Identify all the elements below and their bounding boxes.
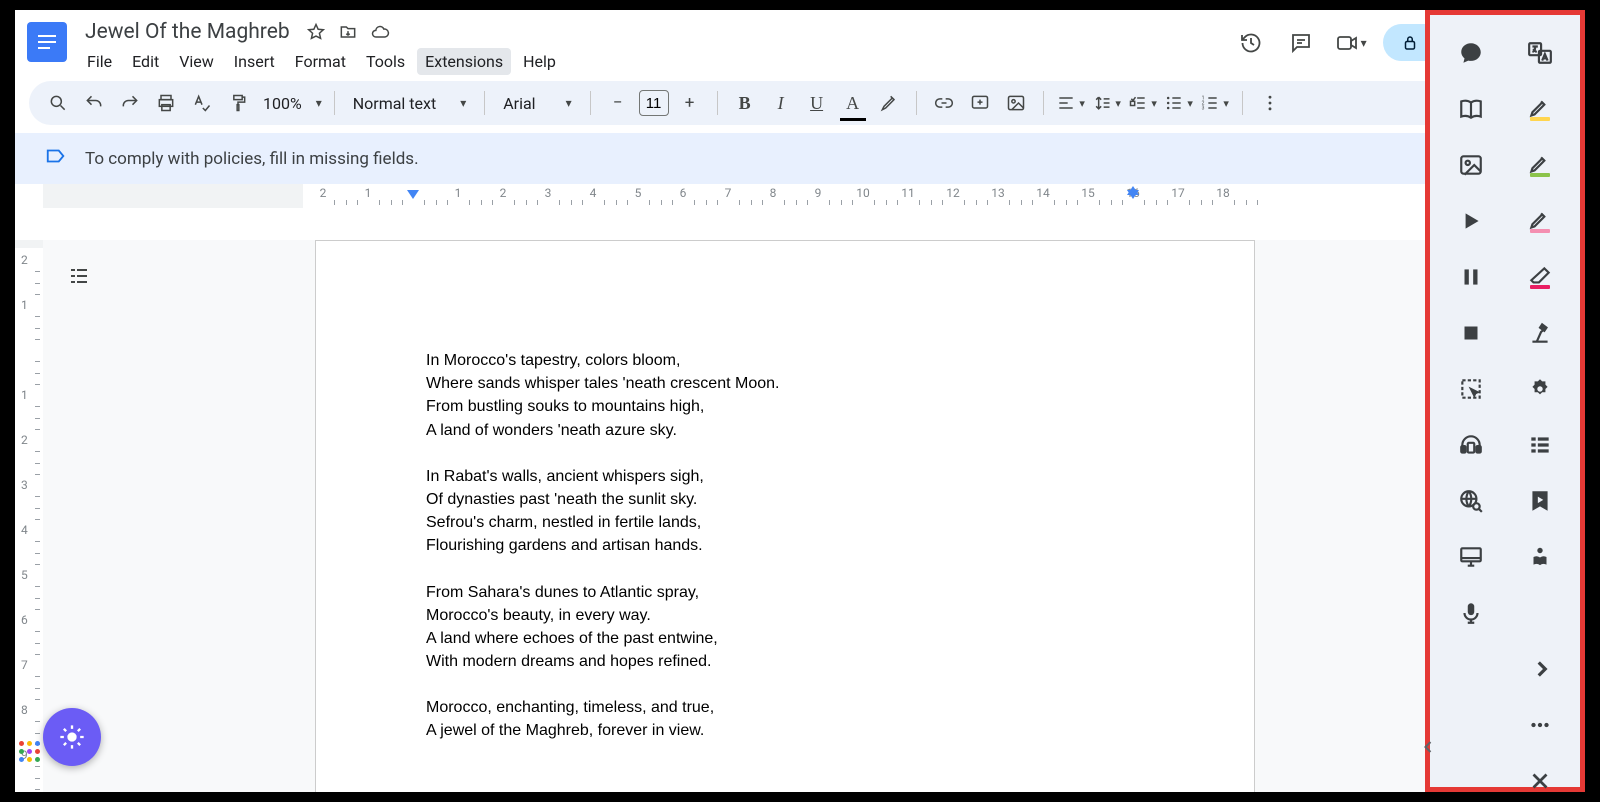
headset-doc-icon[interactable] [1451,425,1491,465]
search-menus-icon[interactable] [43,88,73,118]
ai-fab-button[interactable] [43,708,101,766]
svg-text:3: 3 [1202,106,1205,112]
label-icon [45,145,67,172]
paragraph-style-select[interactable]: Normal text▾ [347,94,472,113]
add-comment-icon[interactable] [965,88,995,118]
poem-stanza: Morocco, enchanting, timeless, and true,… [426,696,1254,742]
eraser-pink-icon[interactable] [1520,257,1560,297]
selection-icon[interactable] [1451,369,1491,409]
poem-stanza: In Rabat's walls, ancient whispers sigh,… [426,465,1254,558]
checklist-button[interactable] [1128,88,1158,118]
bulleted-list-button[interactable] [1164,88,1194,118]
redo-icon[interactable] [115,88,145,118]
reader-icon[interactable] [1520,537,1560,577]
speech-bubble-icon[interactable] [1451,33,1491,73]
highlighter-green-icon[interactable] [1520,145,1560,185]
font-size-input[interactable] [639,90,669,116]
list-blocks-icon[interactable] [1520,425,1560,465]
menu-format[interactable]: Format [287,48,354,75]
poem-stanza: From Sahara's dunes to Atlantic spray, M… [426,581,1254,674]
translate-icon[interactable] [1520,33,1560,73]
zoom-select[interactable]: 100%▾ [259,88,322,118]
more-tools-icon[interactable] [1255,88,1285,118]
apps-grip-icon[interactable] [19,741,40,762]
underline-button[interactable]: U [802,88,832,118]
picture-icon[interactable] [1451,145,1491,185]
move-icon[interactable] [336,20,360,44]
vertical-ruler[interactable]: 21123456789 [15,240,43,792]
expand-right-icon[interactable] [1522,649,1562,689]
poem-stanza: In Morocco's tapestry, colors bloom, Whe… [426,349,1254,442]
document-title[interactable]: Jewel Of the Maghreb [79,18,296,46]
cloud-status-icon[interactable] [368,20,392,44]
numbered-list-button[interactable]: 123 [1200,88,1230,118]
bold-button[interactable]: B [730,88,760,118]
desk-lamp-icon[interactable] [1520,313,1560,353]
line-spacing-button[interactable] [1092,88,1122,118]
policy-banner: To comply with policies, fill in missing… [15,133,1585,184]
star-icon[interactable] [304,20,328,44]
print-icon[interactable] [151,88,181,118]
italic-button[interactable]: I [766,88,796,118]
menu-insert[interactable]: Insert [226,48,283,75]
globe-search-icon[interactable] [1451,481,1491,521]
banner-message: To comply with policies, fill in missing… [85,149,419,169]
align-button[interactable] [1056,88,1086,118]
menu-extensions[interactable]: Extensions [417,48,511,75]
desktop-icon[interactable] [1451,537,1491,577]
font-family-select[interactable]: Arial▾ [497,94,577,113]
insert-image-icon[interactable] [1001,88,1031,118]
spellcheck-icon[interactable] [187,88,217,118]
menu-help[interactable]: Help [515,48,564,75]
toolbar: 100%▾ Normal text▾ Arial▾ − + B I U A 12… [29,81,1571,125]
insert-link-icon[interactable] [929,88,959,118]
horizontal-ruler[interactable]: 21123456789101112131415161718 [43,184,1585,208]
play-icon[interactable] [1451,201,1491,241]
menu-file[interactable]: File [79,48,120,75]
highlighter-yellow-icon[interactable] [1520,89,1560,129]
undo-icon[interactable] [79,88,109,118]
highlighter-pink-icon[interactable] [1520,201,1560,241]
menu-edit[interactable]: Edit [124,48,167,75]
book-icon[interactable] [1451,89,1491,129]
version-history-icon[interactable] [1233,25,1269,61]
paint-format-icon[interactable] [223,88,253,118]
microphone-icon[interactable] [1451,593,1491,633]
more-options-icon[interactable] [1520,705,1560,745]
extension-side-panel [1425,10,1585,792]
menu-tools[interactable]: Tools [358,48,413,75]
text-color-button[interactable]: A [838,88,868,118]
document-page[interactable]: In Morocco's tapestry, colors bloom, Whe… [315,240,1255,792]
docs-logo[interactable] [27,22,67,62]
bookmark-play-icon[interactable] [1520,481,1560,521]
collapse-panel-icon[interactable] [1416,735,1440,759]
document-outline-icon[interactable] [67,264,91,292]
meet-button[interactable]: ▾ [1333,25,1369,61]
decrease-font-size[interactable]: − [603,88,633,118]
stop-icon[interactable] [1451,313,1491,353]
puzzle-gear-icon[interactable] [1520,369,1560,409]
increase-font-size[interactable]: + [675,88,705,118]
pause-icon[interactable] [1451,257,1491,297]
comments-icon[interactable] [1283,25,1319,61]
menu-view[interactable]: View [171,48,222,75]
close-panel-icon[interactable] [1520,761,1560,801]
highlight-color-button[interactable] [874,88,904,118]
